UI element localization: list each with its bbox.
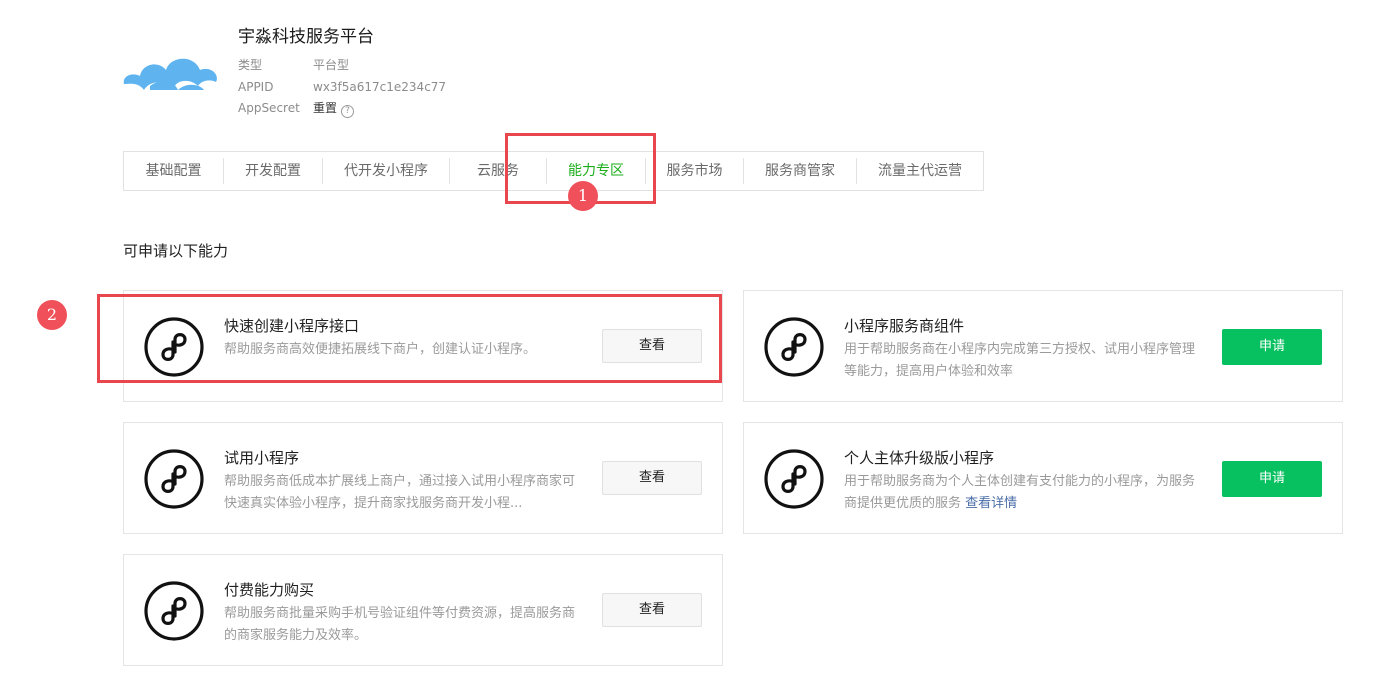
card-description: 用于帮助服务商在小程序内完成第三方授权、试用小程序管理等能力，提高用户体验和效率	[844, 339, 1200, 383]
meta-appid-row: APPID wx3f5a617c1e234c77	[238, 78, 446, 96]
type-label: 类型	[238, 58, 263, 72]
tab-service-steward[interactable]: 服务商管家	[744, 158, 857, 184]
card-description-text: 用于帮助服务商为个人主体创建有支付能力的小程序，为服务商提供更优质的服务	[844, 474, 1196, 511]
capability-card: 快速创建小程序接口 帮助服务商高效便捷拓展线下商户，创建认证小程序。 查看	[123, 290, 723, 402]
card-title: 试用小程序	[224, 449, 300, 467]
mini-program-icon	[764, 449, 824, 509]
capability-card: 个人主体升级版小程序 用于帮助服务商为个人主体创建有支付能力的小程序，为服务商提…	[743, 422, 1343, 534]
card-description: 用于帮助服务商为个人主体创建有支付能力的小程序，为服务商提供更优质的服务 查看详…	[844, 471, 1200, 515]
tab-dev-mini-program[interactable]: 代开发小程序	[323, 158, 450, 184]
mini-program-icon	[144, 449, 204, 509]
secret-label: AppSecret	[238, 101, 300, 115]
tab-traffic-operation[interactable]: 流量主代运营	[857, 158, 983, 184]
section-title: 可申请以下能力	[123, 242, 229, 260]
view-button[interactable]: 查看	[602, 461, 702, 495]
capability-card: 试用小程序 帮助服务商低成本扩展线上商户，通过接入试用小程序商家可快速真实体验小…	[123, 422, 723, 534]
type-value: 平台型	[313, 58, 350, 72]
apply-button[interactable]: 申请	[1222, 461, 1322, 497]
card-title: 快速创建小程序接口	[224, 317, 360, 335]
card-description: 帮助服务商低成本扩展线上商户，通过接入试用小程序商家可快速真实体验小程序，提升商…	[224, 471, 580, 515]
mini-program-icon	[144, 581, 204, 641]
annotation-badge-1: 1	[568, 181, 598, 211]
apply-button[interactable]: 申请	[1222, 329, 1322, 365]
tab-cloud-service[interactable]: 云服务	[450, 158, 547, 184]
mini-program-icon	[764, 317, 824, 377]
view-button[interactable]: 查看	[602, 593, 702, 627]
capability-card: 小程序服务商组件 用于帮助服务商在小程序内完成第三方授权、试用小程序管理等能力，…	[743, 290, 1343, 402]
cloud-logo-icon	[123, 58, 217, 90]
card-description-text: 帮助服务商低成本扩展线上商户，通过接入试用小程序商家可快速真实体验小程序，提升商…	[224, 474, 576, 511]
capability-card: 付费能力购买 帮助服务商批量采购手机号验证组件等付费资源，提高服务商的商家服务能…	[123, 554, 723, 666]
page: 宇淼科技服务平台 类型 平台型 APPID wx3f5a617c1e234c77 A…	[0, 0, 1374, 678]
view-details-link[interactable]: 查看详情	[965, 496, 1017, 511]
tab-basic-config[interactable]: 基础配置	[124, 158, 224, 184]
card-description: 帮助服务商高效便捷拓展线下商户，创建认证小程序。	[224, 339, 580, 361]
card-title: 个人主体升级版小程序	[844, 449, 995, 467]
card-title: 付费能力购买	[224, 581, 315, 599]
tab-capability-zone[interactable]: 能力专区	[547, 158, 646, 184]
meta-secret-row: AppSecret 重置?	[238, 99, 355, 118]
view-button[interactable]: 查看	[602, 329, 702, 363]
nav-tabs: 基础配置 开发配置 代开发小程序 云服务 能力专区 服务市场 服务商管家 流量主…	[123, 151, 984, 191]
appid-label: APPID	[238, 80, 274, 94]
tab-service-market[interactable]: 服务市场	[646, 158, 744, 184]
tab-dev-config[interactable]: 开发配置	[224, 158, 323, 184]
appid-value: wx3f5a617c1e234c77	[313, 80, 447, 94]
meta-type-row: 类型 平台型	[238, 56, 349, 74]
card-description-text: 帮助服务商高效便捷拓展线下商户，创建认证小程序。	[224, 342, 537, 357]
card-description-text: 帮助服务商批量采购手机号验证组件等付费资源，提高服务商的商家服务能力及效率。	[224, 606, 576, 643]
annotation-badge-2: 2	[37, 300, 67, 330]
account-name: 宇淼科技服务平台	[238, 27, 374, 47]
card-description: 帮助服务商批量采购手机号验证组件等付费资源，提高服务商的商家服务能力及效率。	[224, 603, 580, 647]
mini-program-icon	[144, 317, 204, 377]
card-description-text: 用于帮助服务商在小程序内完成第三方授权、试用小程序管理等能力，提高用户体验和效率	[844, 342, 1196, 379]
card-title: 小程序服务商组件	[844, 317, 965, 335]
help-icon[interactable]: ?	[341, 105, 355, 118]
reset-secret-link[interactable]: 重置	[313, 101, 337, 115]
